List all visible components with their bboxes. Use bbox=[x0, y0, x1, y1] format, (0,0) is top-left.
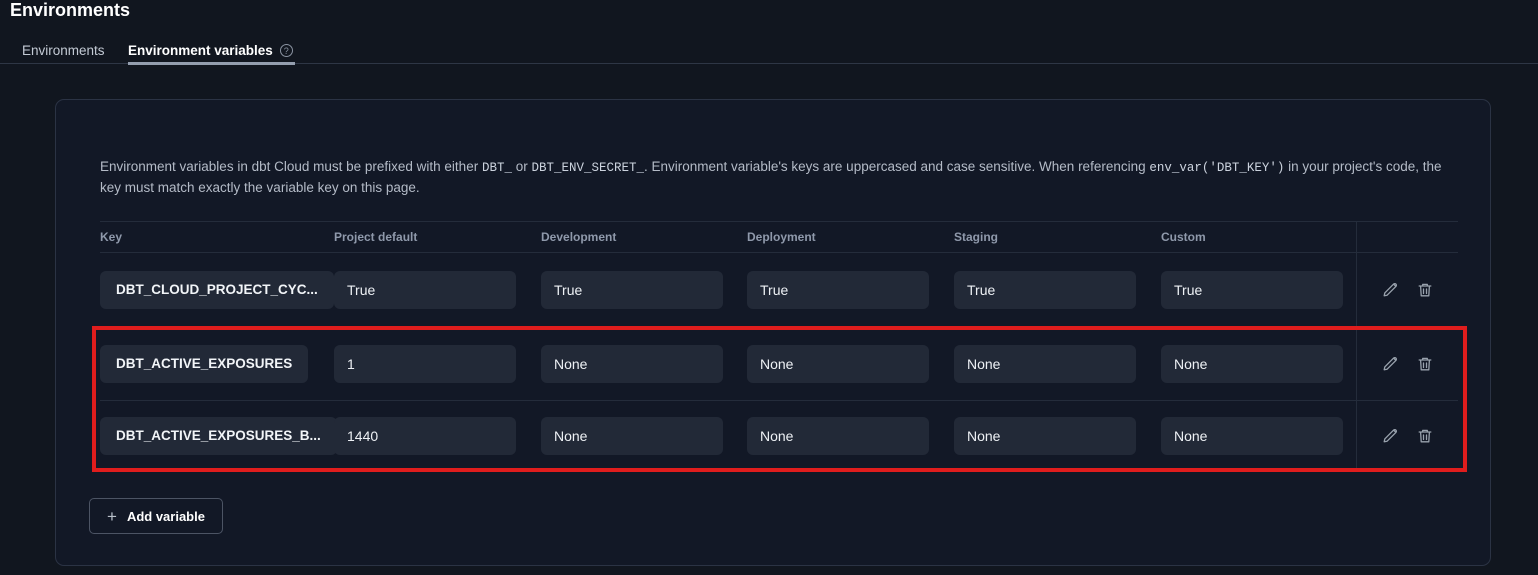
value-cell: 1440 bbox=[334, 417, 541, 455]
value-cell: None bbox=[747, 345, 954, 383]
value-cell: None bbox=[954, 345, 1161, 383]
delete-row-button[interactable] bbox=[1414, 425, 1436, 447]
table-row: DBT_ACTIVE_EXPOSURES_B...1440 None None Non… bbox=[100, 401, 1458, 471]
edit-row-button[interactable] bbox=[1379, 353, 1401, 375]
help-circle-icon[interactable]: ? bbox=[280, 44, 293, 57]
value-cell: True bbox=[1161, 271, 1356, 309]
table-row: DBT_CLOUD_PROJECT_CYC...TrueTrueTrueTrue… bbox=[100, 253, 1458, 327]
table-row: DBT_ACTIVE_EXPOSURES 1 None None None None bbox=[100, 327, 1458, 401]
variable-value: None bbox=[954, 417, 1136, 455]
variable-value: None bbox=[747, 417, 929, 455]
value-cell: True bbox=[747, 271, 954, 309]
value-cell: True bbox=[334, 271, 541, 309]
variable-value: True bbox=[1161, 271, 1343, 309]
column-header-key: Key bbox=[100, 230, 334, 244]
add-variable-label: Add variable bbox=[127, 509, 205, 524]
variable-value: True bbox=[954, 271, 1136, 309]
description-segment: Environment variables in dbt Cloud must … bbox=[100, 159, 482, 174]
variable-value: None bbox=[541, 417, 723, 455]
row-actions bbox=[1356, 253, 1458, 326]
code-snippet: DBT_ bbox=[482, 161, 512, 175]
tab-environment-variables-label: Environment variables bbox=[128, 43, 273, 58]
variable-value: 1 bbox=[334, 345, 516, 383]
key-cell: DBT_CLOUD_PROJECT_CYC... bbox=[100, 271, 334, 309]
trash-icon bbox=[1416, 281, 1434, 299]
tab-environment-variables[interactable]: Environment variables ? bbox=[128, 43, 293, 58]
variable-value: True bbox=[541, 271, 723, 309]
variable-value: True bbox=[334, 271, 516, 309]
value-cell: True bbox=[541, 271, 747, 309]
key-cell: DBT_ACTIVE_EXPOSURES_B... bbox=[100, 417, 334, 455]
key-cell: DBT_ACTIVE_EXPOSURES bbox=[100, 345, 334, 383]
column-header-project-default: Project default bbox=[334, 230, 541, 244]
value-cell: True bbox=[954, 271, 1161, 309]
trash-icon bbox=[1416, 427, 1434, 445]
column-header-deployment: Deployment bbox=[747, 230, 954, 244]
tab-bar: Environments Environment variables ? bbox=[0, 40, 1538, 64]
tab-environments[interactable]: Environments bbox=[22, 43, 105, 58]
variable-key: DBT_ACTIVE_EXPOSURES bbox=[100, 345, 308, 383]
description-segment: or bbox=[512, 159, 532, 174]
value-cell: None bbox=[747, 417, 954, 455]
description-text: Environment variables in dbt Cloud must … bbox=[100, 157, 1462, 198]
variables-table: KeyProject defaultDevelopmentDeploymentS… bbox=[100, 221, 1458, 471]
column-header-staging: Staging bbox=[954, 230, 1161, 244]
variable-value: None bbox=[954, 345, 1136, 383]
add-variable-button[interactable]: + Add variable bbox=[89, 498, 223, 534]
value-cell: None bbox=[954, 417, 1161, 455]
column-header-actions bbox=[1356, 222, 1458, 252]
column-header-development: Development bbox=[541, 230, 747, 244]
value-cell: None bbox=[1161, 417, 1356, 455]
trash-icon bbox=[1416, 355, 1434, 373]
variable-value: True bbox=[747, 271, 929, 309]
pencil-icon bbox=[1381, 427, 1399, 445]
variable-value: None bbox=[541, 345, 723, 383]
delete-row-button[interactable] bbox=[1414, 279, 1436, 301]
code-snippet: env_var('DBT_KEY') bbox=[1149, 161, 1284, 175]
table-body: DBT_CLOUD_PROJECT_CYC...TrueTrueTrueTrue… bbox=[100, 253, 1458, 471]
page-title: Environments bbox=[10, 0, 130, 21]
plus-icon: + bbox=[107, 508, 117, 525]
value-cell: None bbox=[541, 417, 747, 455]
variable-value: None bbox=[1161, 345, 1343, 383]
edit-row-button[interactable] bbox=[1379, 279, 1401, 301]
pencil-icon bbox=[1381, 355, 1399, 373]
variable-value: None bbox=[1161, 417, 1343, 455]
variable-value: None bbox=[747, 345, 929, 383]
value-cell: None bbox=[1161, 345, 1356, 383]
code-snippet: DBT_ENV_SECRET_ bbox=[531, 161, 644, 175]
variable-key: DBT_CLOUD_PROJECT_CYC... bbox=[100, 271, 334, 309]
edit-row-button[interactable] bbox=[1379, 425, 1401, 447]
environment-variables-card: Environment variables in dbt Cloud must … bbox=[55, 99, 1491, 566]
description-segment: . Environment variable's keys are upperc… bbox=[644, 159, 1149, 174]
active-tab-indicator bbox=[128, 62, 295, 65]
value-cell: None bbox=[541, 345, 747, 383]
table-header-row: KeyProject defaultDevelopmentDeploymentS… bbox=[100, 221, 1458, 253]
variable-value: 1440 bbox=[334, 417, 516, 455]
row-actions bbox=[1356, 401, 1458, 470]
pencil-icon bbox=[1381, 281, 1399, 299]
value-cell: 1 bbox=[334, 345, 541, 383]
row-actions bbox=[1356, 327, 1458, 400]
variable-key: DBT_ACTIVE_EXPOSURES_B... bbox=[100, 417, 337, 455]
delete-row-button[interactable] bbox=[1414, 353, 1436, 375]
column-header-custom: Custom bbox=[1161, 230, 1356, 244]
